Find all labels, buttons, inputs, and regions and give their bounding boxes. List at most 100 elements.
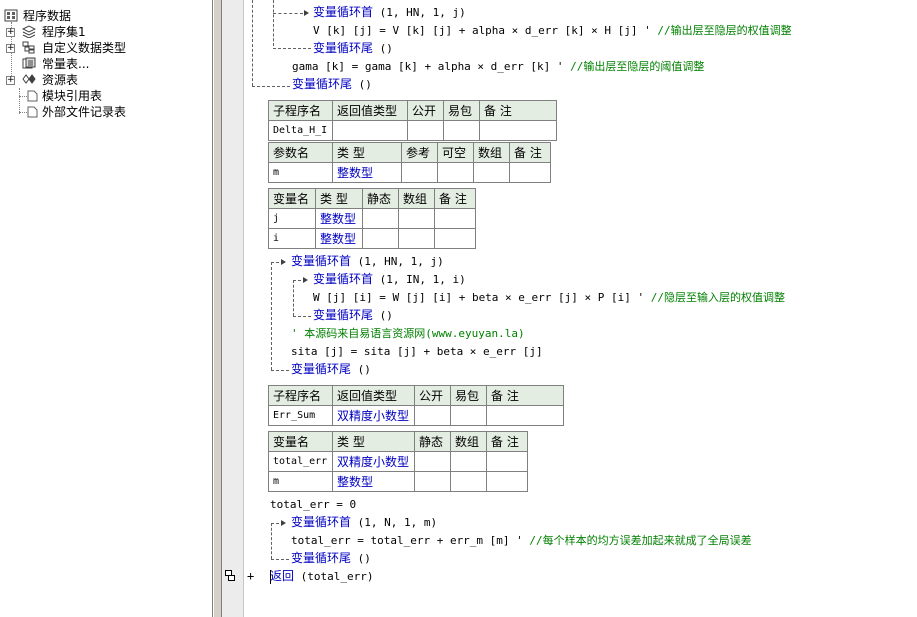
subroutine-name-cell[interactable]: Err_Sum (268, 405, 333, 426)
args: (total_err) (294, 570, 374, 583)
var-type-cell[interactable]: 整数型 (332, 471, 415, 492)
args: () (351, 363, 371, 376)
var-static-cell[interactable] (414, 471, 451, 492)
expand-icon[interactable]: + (6, 28, 15, 37)
args: () (352, 78, 372, 91)
var-static-cell[interactable] (362, 228, 399, 249)
variable-table[interactable]: 变量名 类 型 静态 数组 备 注 total_err 双精度小数型 m 整数型 (268, 431, 528, 492)
var-name-cell[interactable]: total_err (268, 451, 333, 472)
comment: //输出层至隐层的权值调整 (657, 24, 792, 37)
args: () (373, 42, 393, 55)
parameter-table[interactable]: 参数名 类 型 参考 可空 数组 备 注 m 整数型 (268, 142, 551, 183)
note-cell[interactable] (479, 120, 557, 141)
statement: gama [k] = gama [k] + alpha × d_err [k] … (292, 60, 571, 73)
code-line[interactable]: 变量循环首 (1, N, 1, m) (291, 514, 437, 531)
public-cell[interactable] (407, 120, 444, 141)
code-line[interactable]: 变量循环尾 () (313, 307, 393, 324)
code-line[interactable]: W [j] [i] = W [j] [i] + beta × e_err [j]… (313, 289, 785, 306)
public-cell[interactable] (414, 405, 451, 426)
var-type-cell[interactable]: 整数型 (315, 228, 363, 249)
tree-guide-line (19, 112, 27, 113)
param-ref-cell[interactable] (401, 162, 438, 183)
expand-icon[interactable]: + (6, 76, 15, 85)
code-line[interactable]: 变量循环尾 () (292, 76, 372, 93)
variable-table[interactable]: 变量名 类 型 静态 数组 备 注 j 整数型 i 整数型 (268, 188, 476, 249)
param-type-cell[interactable]: 整数型 (332, 162, 402, 183)
tree-item-label: 程序集1 (42, 25, 86, 39)
package-cell[interactable] (443, 120, 480, 141)
subroutine-name-cell[interactable]: Delta_H_I (268, 120, 333, 141)
code-line[interactable]: total_err = 0 (270, 496, 356, 513)
header-cell: 备 注 (486, 431, 528, 452)
header-cell: 易包 (450, 385, 487, 406)
var-type-cell[interactable]: 整数型 (315, 208, 363, 229)
code-editor[interactable]: 变量循环首 (1, HN, 1, j) V [k] [j] = V [k] [j… (244, 0, 917, 617)
var-type-cell[interactable]: 双精度小数型 (332, 451, 415, 472)
code-line[interactable]: 变量循环尾 () (291, 361, 371, 378)
code-line[interactable]: 变量循环首 (1, HN, 1, j) (291, 253, 444, 270)
header-cell: 返回值类型 (332, 100, 408, 121)
loop-guide (273, 48, 311, 49)
var-note-cell[interactable] (434, 228, 476, 249)
code-line[interactable]: 变量循环首 (1, IN, 1, i) (313, 271, 466, 288)
code-line[interactable]: 变量循环首 (1, HN, 1, j) (313, 4, 466, 21)
panel-splitter[interactable] (213, 0, 222, 617)
subroutine-table[interactable]: 子程序名 返回值类型 公开 易包 备 注 Delta_H_I (268, 100, 557, 141)
loop-guide (271, 523, 272, 559)
loop-guide (293, 280, 301, 281)
subroutine-table[interactable]: 子程序名 返回值类型 公开 易包 备 注 Err_Sum 双精度小数型 (268, 385, 564, 426)
args: () (373, 309, 393, 322)
var-array-cell[interactable] (450, 471, 487, 492)
var-array-cell[interactable] (450, 451, 487, 472)
header-cell: 数组 (473, 142, 510, 163)
keyword: 变量循环尾 (313, 308, 374, 322)
header-cell: 静态 (362, 188, 399, 209)
structure-icon (22, 41, 35, 54)
loop-guide (293, 316, 311, 317)
var-note-cell[interactable] (434, 208, 476, 229)
param-array-cell[interactable] (473, 162, 510, 183)
breakpoint-marker-icon[interactable] (225, 570, 243, 585)
param-name-cell[interactable]: m (268, 162, 333, 183)
program-data-tree[interactable]: 程序数据 + 程序集1 + 自定义数据类型 常量表... + 资源表 模块引用表… (0, 0, 213, 617)
code-line[interactable]: ' 本源码来自易语言资源网(www.eyuyan.la) (291, 325, 525, 342)
header-cell: 备 注 (479, 100, 557, 121)
code-line[interactable]: 变量循环尾 () (291, 550, 371, 567)
var-array-cell[interactable] (398, 208, 435, 229)
keyword: 变量循环首 (291, 254, 352, 268)
return-type-cell[interactable]: 双精度小数型 (332, 405, 415, 426)
var-static-cell[interactable] (362, 208, 399, 229)
arrow-icon (281, 520, 286, 526)
param-note-cell[interactable] (509, 162, 551, 183)
var-note-cell[interactable] (486, 471, 528, 492)
param-nullable-cell[interactable] (437, 162, 474, 183)
var-static-cell[interactable] (414, 451, 451, 472)
comment: ' 本源码来自易语言资源网(www.eyuyan.la) (291, 327, 525, 340)
code-line[interactable]: total_err = total_err + err_m [m] ' //每个… (291, 532, 752, 549)
var-name-cell[interactable]: i (268, 228, 316, 249)
note-cell[interactable] (486, 405, 564, 426)
code-line-current[interactable]: 返回 (total_err) (270, 568, 374, 585)
statement: total_err = total_err + err_m [m] ' (291, 534, 530, 547)
code-line[interactable]: 变量循环尾 () (313, 40, 393, 57)
header-cell: 类 型 (315, 188, 363, 209)
expand-icon[interactable]: + (6, 44, 15, 53)
tree-item-label: 自定义数据类型 (42, 41, 127, 55)
loop-guide (271, 262, 272, 370)
header-cell: 静态 (414, 431, 451, 452)
code-line[interactable]: V [k] [j] = V [k] [j] + alpha × d_err [k… (313, 22, 792, 39)
var-array-cell[interactable] (398, 228, 435, 249)
arrow-icon (303, 277, 308, 283)
return-type-cell[interactable] (332, 120, 408, 141)
var-note-cell[interactable] (486, 451, 528, 472)
args: (1, N, 1, m) (351, 516, 438, 529)
keyword: 变量循环首 (313, 272, 374, 286)
tree-guide-line (19, 96, 27, 97)
code-line[interactable]: gama [k] = gama [k] + alpha × d_err [k] … (292, 58, 704, 75)
code-line[interactable]: sita [j] = sita [j] + beta × e_err [j] (291, 343, 543, 360)
header-cell: 公开 (414, 385, 451, 406)
var-name-cell[interactable]: m (268, 471, 333, 492)
package-cell[interactable] (450, 405, 487, 426)
header-cell: 易包 (443, 100, 480, 121)
var-name-cell[interactable]: j (268, 208, 316, 229)
